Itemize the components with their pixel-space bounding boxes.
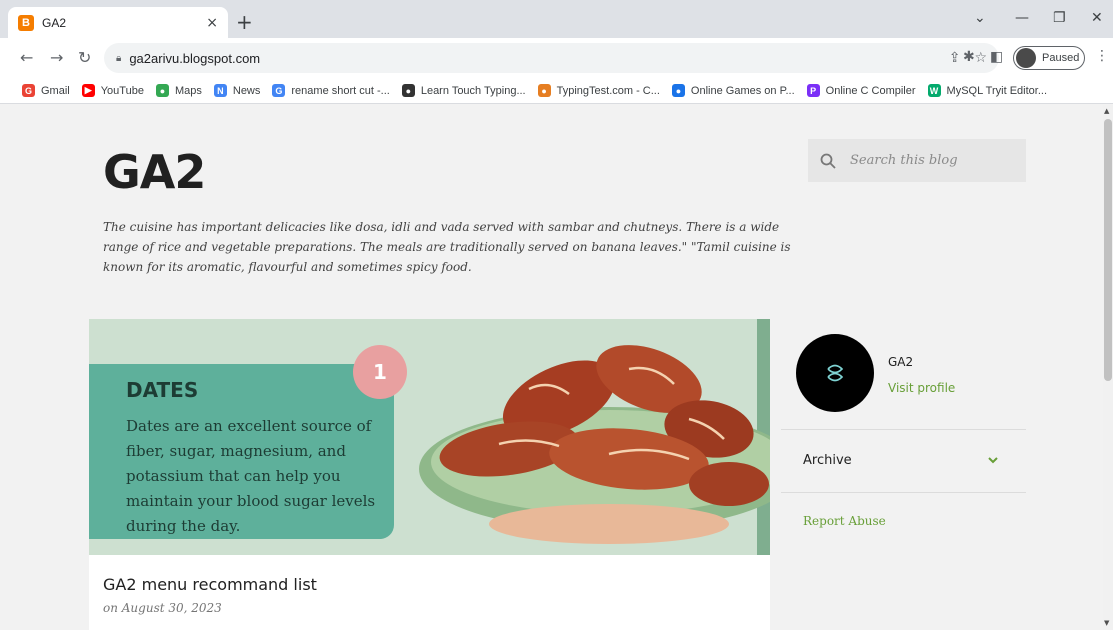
bookmark-item[interactable]: Grename short cut -... xyxy=(272,84,390,97)
bookmark-label: Maps xyxy=(174,84,202,97)
visit-profile-link[interactable]: Visit profile xyxy=(888,381,955,395)
blog-title[interactable]: GA2 xyxy=(103,145,206,199)
bookmark-label: News xyxy=(232,84,261,97)
profile-button[interactable]: Paused xyxy=(1013,46,1085,70)
dates-heading: DATES xyxy=(126,378,199,402)
bookmark-item[interactable]: ▶ YouTube xyxy=(81,84,144,97)
post-card: GA2 menu recommand list on August 30, 20… xyxy=(89,555,770,630)
post-title[interactable]: GA2 menu recommand list xyxy=(103,575,317,594)
url-text: ga2arivu.blogspot.com xyxy=(129,50,261,66)
bookmark-favicon-icon: ● xyxy=(401,84,415,97)
bookmark-item[interactable]: N News xyxy=(213,84,261,97)
scroll-up-icon[interactable]: ▲ xyxy=(1104,107,1109,115)
scroll-thumb[interactable] xyxy=(1104,119,1112,381)
side-panel-icon[interactable]: ◧ xyxy=(990,49,1003,65)
bookmark-item[interactable]: P Online C Compiler xyxy=(806,84,916,97)
blog-description: The cuisine has important delicacies lik… xyxy=(103,220,791,274)
bookmark-label: Online C Compiler xyxy=(825,84,916,97)
archive-heading[interactable]: Archive xyxy=(803,453,852,468)
dates-info-card: DATES Dates are an excellent source of f… xyxy=(89,364,394,539)
bookmark-star-icon[interactable]: ☆ xyxy=(974,50,987,66)
tab-close-icon[interactable]: × xyxy=(206,15,218,31)
bookmark-item[interactable]: ● Learn Touch Typing... xyxy=(401,84,526,97)
scrollbar[interactable]: ▲ ▼ xyxy=(1103,105,1113,630)
browser-tab[interactable]: B GA2 × xyxy=(8,7,228,38)
bookmark-favicon-icon: W xyxy=(927,84,941,97)
tab-strip: B GA2 × + ⌄ — ❐ ✕ xyxy=(0,0,1113,38)
search-box[interactable] xyxy=(808,139,1026,182)
restore-icon[interactable]: ❐ xyxy=(1053,10,1066,26)
bookmark-label: Learn Touch Typing... xyxy=(420,84,526,97)
search-icon[interactable] xyxy=(820,153,836,169)
bookmark-label: Online Games on P... xyxy=(690,84,795,97)
report-abuse-link[interactable]: Report Abuse xyxy=(803,514,886,528)
bookmark-favicon-icon: G xyxy=(272,84,286,97)
bookmark-item[interactable]: W MySQL Tryit Editor... xyxy=(927,84,1047,97)
profile-status: Paused xyxy=(1042,52,1080,64)
bookmark-label: YouTube xyxy=(100,84,144,97)
blog-page: GA2 The cuisine has important delicacies… xyxy=(0,105,1103,630)
bookmark-item[interactable]: G Gmail xyxy=(22,84,70,97)
bookmark-favicon-icon: ● xyxy=(671,84,685,97)
chevron-down-icon[interactable] xyxy=(986,453,1000,467)
browser-toolbar: ← → ↻ 🔒︎ ga2arivu.blogspot.com ⇪ ☆ ✱ ◧ P… xyxy=(0,38,1113,78)
bookmark-favicon-icon: ● xyxy=(155,84,169,97)
dates-text: Dates are an excellent source of fiber, … xyxy=(126,417,376,535)
tab-title: GA2 xyxy=(42,15,67,30)
bookmarks-bar: G Gmail ▶ YouTube ● Maps N News Grename short cu… xyxy=(0,78,1113,104)
search-input[interactable] xyxy=(850,153,1020,168)
address-bar[interactable]: 🔒︎ ga2arivu.blogspot.com ⇪ ☆ xyxy=(104,43,999,73)
reload-icon[interactable]: ↻ xyxy=(78,48,91,68)
minimize-icon[interactable]: — xyxy=(1015,10,1029,26)
blogger-favicon-icon: B xyxy=(18,14,34,31)
bookmark-label: Gmail xyxy=(41,84,70,97)
back-arrow-icon[interactable]: ← xyxy=(20,48,33,68)
number-badge: 1 xyxy=(353,345,407,399)
bookmark-favicon-icon: G xyxy=(22,84,35,97)
bookmark-item[interactable]: ● TypingTest.com - C... xyxy=(537,84,660,97)
window-close-icon[interactable]: ✕ xyxy=(1091,10,1103,26)
profile-avatar-large[interactable] xyxy=(796,334,874,412)
bookmark-label: TypingTest.com - C... xyxy=(556,84,660,97)
tab-search-chevron-icon[interactable]: ⌄ xyxy=(974,10,986,26)
bookmark-favicon-icon: P xyxy=(806,84,820,97)
bookmark-favicon-icon: ● xyxy=(537,84,551,97)
forward-arrow-icon[interactable]: → xyxy=(50,48,63,68)
more-menu-icon[interactable]: ⋮ xyxy=(1095,48,1109,64)
bookmark-label: rename short cut -... xyxy=(291,84,390,97)
bookmark-label: MySQL Tryit Editor... xyxy=(946,84,1047,97)
profile-name: GA2 xyxy=(888,355,914,369)
logo-icon xyxy=(827,364,844,382)
extensions-puzzle-icon[interactable]: ✱ xyxy=(963,49,975,65)
sidebar-divider xyxy=(781,429,1026,430)
sidebar-divider xyxy=(781,492,1026,493)
post-featured-image[interactable]: DATES Dates are an excellent source of f… xyxy=(89,319,770,555)
bookmark-favicon-icon: N xyxy=(213,84,227,97)
scroll-down-icon[interactable]: ▼ xyxy=(1104,619,1109,627)
lock-icon[interactable]: 🔒︎ xyxy=(116,53,121,64)
bookmark-favicon-icon: ▶ xyxy=(81,84,95,97)
bookmark-item[interactable]: ● Maps xyxy=(155,84,202,97)
profile-avatar xyxy=(1016,48,1036,68)
share-icon[interactable]: ⇪ xyxy=(949,50,961,66)
new-tab-button[interactable]: + xyxy=(236,12,253,32)
bookmark-item[interactable]: ● Online Games on P... xyxy=(671,84,795,97)
post-date: on August 30, 2023 xyxy=(103,601,222,615)
